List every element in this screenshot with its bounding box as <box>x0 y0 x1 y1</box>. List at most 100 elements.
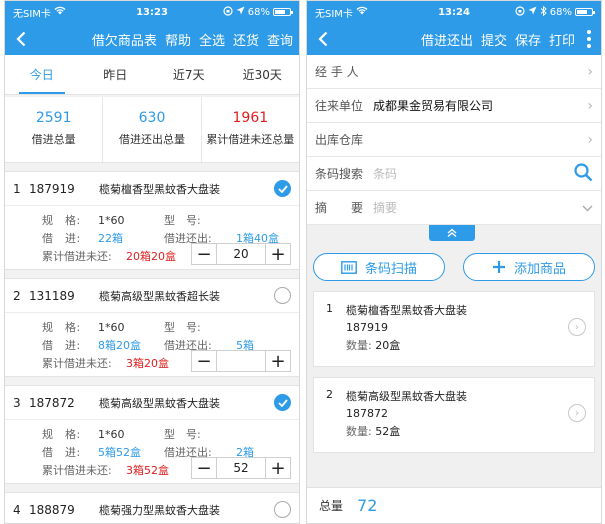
collapse-handle <box>307 225 601 251</box>
quantity-input[interactable]: 52 <box>216 458 266 478</box>
checkbox-checked[interactable] <box>274 180 291 197</box>
add-product-button[interactable]: 添加商品 <box>463 253 595 281</box>
summary-value: 1961 <box>232 110 269 126</box>
summary-label: 累计借进未还总量 <box>206 133 295 146</box>
borrowed-value: 22箱 <box>98 232 123 245</box>
print-button[interactable]: 打印 <box>549 30 575 49</box>
orientation-lock-icon <box>223 5 233 19</box>
handler-row[interactable]: 经 手 人 › <box>307 55 601 89</box>
warehouse-row[interactable]: 出库仓库 › <box>307 123 601 157</box>
spec-label: 规 格: <box>42 428 81 441</box>
location-icon <box>528 6 537 18</box>
tab-today[interactable]: 今日 <box>5 55 79 94</box>
qty-value: 20盒 <box>375 339 401 352</box>
checkbox-unchecked[interactable] <box>274 287 291 304</box>
plus-button[interactable]: + <box>266 244 290 265</box>
quantity-input[interactable]: 20 <box>216 244 266 264</box>
return-goods-button[interactable]: 还货 <box>233 30 259 49</box>
carrier-text: 无SIM卡 <box>13 8 51 20</box>
item-code: 187872 <box>346 407 388 420</box>
location-icon <box>236 6 245 18</box>
more-menu-icon[interactable] <box>583 30 595 48</box>
spec-value: 1*60 <box>98 320 125 334</box>
help-button[interactable]: 帮助 <box>165 30 191 49</box>
total-bar: 总量 72 <box>307 487 601 523</box>
tab-last-30-days[interactable]: 近30天 <box>226 55 300 94</box>
outstanding-label: 累计借进未还: <box>42 464 112 477</box>
tab-yesterday[interactable]: 昨日 <box>79 55 153 94</box>
plus-button[interactable]: + <box>266 458 290 479</box>
borrowed-value: 5箱52盒 <box>98 446 141 459</box>
list-item[interactable]: 1 榄菊檀香型黑蚊香大盘装 187919 数量: 20盒 › <box>313 291 595 367</box>
search-icon[interactable] <box>573 162 593 185</box>
orientation-lock-icon <box>515 5 525 19</box>
item-code: 187872 <box>29 395 75 410</box>
chevron-left-icon <box>318 31 328 47</box>
quantity-stepper: − 52 + <box>191 457 291 479</box>
quantity-stepper: − 20 + <box>191 243 291 265</box>
borrowed-label: 借 进: <box>42 339 81 352</box>
date-tabs: 今日 昨日 近7天 近30天 <box>5 55 299 95</box>
outstanding-label: 累计借进未还: <box>42 250 112 263</box>
save-button[interactable]: 保存 <box>515 30 541 49</box>
barcode-scan-button[interactable]: 条码扫描 <box>313 253 445 281</box>
minus-button[interactable]: − <box>192 458 216 479</box>
wifi-icon <box>356 6 368 18</box>
list-item[interactable]: 1 187919 榄菊檀香型黑蚊香大盘装 规 格: 1*60 型 号: 借 进: 22… <box>5 171 299 270</box>
summary-panel: 2591 借进总量 630 借进还出总量 1961 累计借进未还总量 <box>5 97 299 163</box>
list-item[interactable]: 2 榄菊高级型黑蚊香大盘装 187872 数量: 52盒 › <box>313 377 595 453</box>
summary-value: 2591 <box>35 110 72 126</box>
chevron-down-icon[interactable] <box>582 201 593 215</box>
order-form: 经 手 人 › 往来单位 成都果金贸易有限公司 › 出库仓库 › 条码搜索 条码… <box>307 55 601 225</box>
quantity-input[interactable] <box>216 351 266 371</box>
minus-button[interactable]: − <box>192 351 216 372</box>
list-item[interactable]: 3 187872 榄菊高级型黑蚊香大盘装 规 格: 1*60 型 号: 借 进: 5箱… <box>5 385 299 484</box>
summary-input[interactable]: 摘要 <box>373 199 582 216</box>
left-screen: 无SIM卡 13:23 68% 借欠商品表 帮助 全选 还货 查询 今日 昨日 … <box>4 0 300 524</box>
minus-button[interactable]: − <box>192 244 216 265</box>
plus-icon <box>492 261 505 273</box>
chevron-right-circle-icon[interactable]: › <box>568 318 586 336</box>
checkmark-icon <box>277 184 288 193</box>
action-buttons: 条码扫描 添加商品 <box>307 251 601 281</box>
partner-row[interactable]: 往来单位 成都果金贸易有限公司 › <box>307 89 601 123</box>
nav-title-borrow-table[interactable]: 借欠商品表 <box>92 30 157 49</box>
barcode-label: 条码搜索 <box>315 167 364 181</box>
item-name: 榄菊强力型黑蚊香大盘装 <box>99 503 220 517</box>
chevron-right-circle-icon[interactable]: › <box>568 404 586 422</box>
barcode-input[interactable]: 条码 <box>373 165 573 182</box>
query-button[interactable]: 查询 <box>267 30 293 49</box>
back-button[interactable] <box>311 25 335 53</box>
checkbox-unchecked[interactable] <box>274 501 291 518</box>
item-index: 1 <box>326 302 333 315</box>
right-screen: 无SIM卡 13:24 68% 借进还出 提交 保存 打印 经 手 人 › 往来… <box>306 0 602 524</box>
collapse-button[interactable] <box>429 225 475 241</box>
nav-title-return-out[interactable]: 借进还出 <box>421 30 473 49</box>
battery-icon <box>273 8 293 16</box>
model-label: 型 号: <box>164 321 201 334</box>
summary-borrowed: 2591 借进总量 <box>5 97 104 162</box>
checkmark-icon <box>277 398 288 407</box>
warehouse-label: 出库仓库 <box>315 133 364 147</box>
barcode-icon <box>341 260 357 274</box>
chevron-left-icon <box>16 31 26 47</box>
summary-row: 摘 要 摘要 <box>307 191 601 225</box>
nav-bar: 借进还出 提交 保存 打印 <box>307 23 601 55</box>
plus-button[interactable]: + <box>266 351 290 372</box>
tab-last-7-days[interactable]: 近7天 <box>152 55 226 94</box>
list-item[interactable]: 2 131189 榄菊高级型黑蚊香超长装 规 格: 1*60 型 号: 借 进: 8箱… <box>5 278 299 377</box>
back-button[interactable] <box>9 25 33 53</box>
add-product-label: 添加商品 <box>513 261 566 277</box>
item-name: 榄菊檀香型黑蚊香大盘装 <box>99 182 220 196</box>
submit-button[interactable]: 提交 <box>481 30 507 49</box>
battery-level <box>275 10 285 14</box>
item-name: 榄菊高级型黑蚊香大盘装 <box>99 396 220 410</box>
list-item[interactable]: 4 188879 榄菊强力型黑蚊香大盘装 <box>5 492 299 523</box>
borrowed-value: 8箱20盒 <box>98 339 141 352</box>
spec-label: 规 格: <box>42 321 81 334</box>
outstanding-label: 累计借进未还: <box>42 357 112 370</box>
select-all-button[interactable]: 全选 <box>199 30 225 49</box>
qty-value: 52盒 <box>375 425 401 438</box>
summary-label: 借进还出总量 <box>118 133 185 146</box>
checkbox-checked[interactable] <box>274 394 291 411</box>
